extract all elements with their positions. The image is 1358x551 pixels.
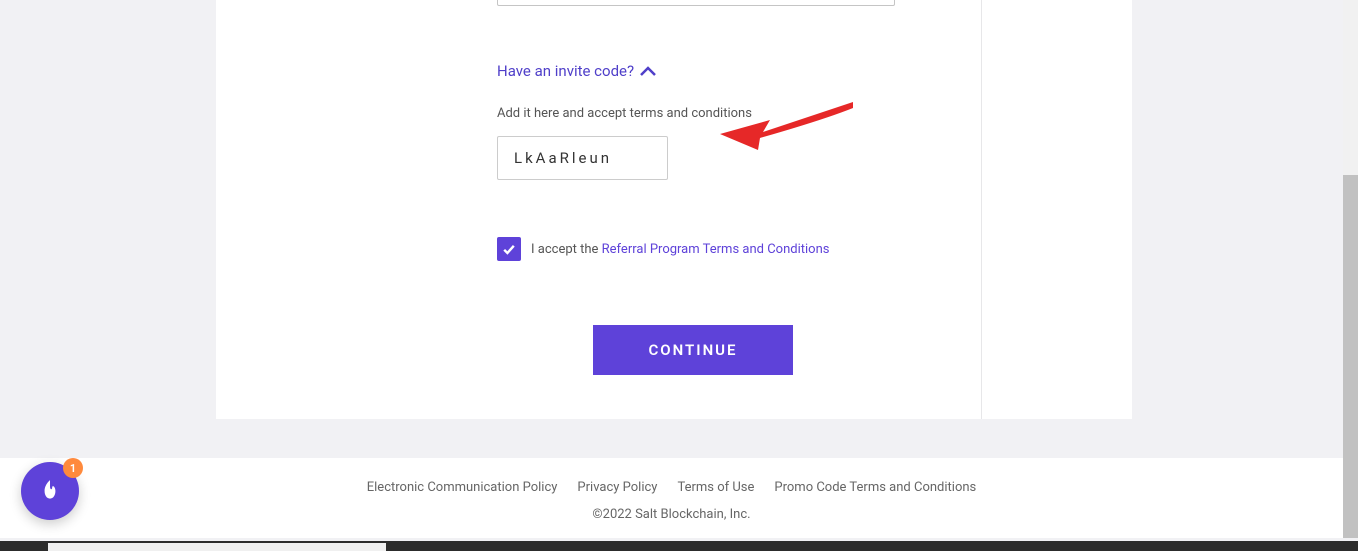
- previous-input-field[interactable]: [497, 0, 895, 6]
- continue-button[interactable]: CONTINUE: [593, 325, 793, 375]
- invite-code-toggle[interactable]: Have an invite code?: [497, 62, 656, 80]
- taskbar: [0, 541, 1358, 551]
- notification-badge: 1: [63, 458, 83, 478]
- terms-label: I accept the Referral Program Terms and …: [531, 242, 829, 257]
- footer: Electronic Communication Policy Privacy …: [0, 458, 1343, 538]
- invite-toggle-label: Have an invite code?: [497, 62, 634, 80]
- footer-link-ecp[interactable]: Electronic Communication Policy: [367, 480, 558, 495]
- flame-icon: [37, 478, 63, 504]
- footer-link-privacy[interactable]: Privacy Policy: [577, 480, 657, 495]
- floating-help-button[interactable]: 1: [21, 462, 79, 520]
- taskbar-item[interactable]: [48, 543, 386, 551]
- footer-copyright: ©2022 Salt Blockchain, Inc.: [0, 507, 1343, 522]
- terms-prefix: I accept the: [531, 242, 602, 257]
- terms-checkbox-row: I accept the Referral Program Terms and …: [497, 237, 829, 261]
- checkmark-icon: [501, 241, 517, 257]
- terms-link[interactable]: Referral Program Terms and Conditions: [602, 242, 830, 257]
- scrollbar-thumb[interactable]: [1343, 175, 1358, 538]
- terms-checkbox[interactable]: [497, 237, 521, 261]
- footer-link-promo[interactable]: Promo Code Terms and Conditions: [774, 480, 976, 495]
- chevron-up-icon: [640, 62, 656, 80]
- footer-link-terms[interactable]: Terms of Use: [677, 480, 754, 495]
- arrow-pointer-icon: [708, 94, 858, 154]
- vertical-divider: [981, 0, 982, 419]
- form-panel: Have an invite code? Add it here and acc…: [216, 0, 1132, 419]
- invite-code-input[interactable]: [497, 136, 668, 180]
- footer-links: Electronic Communication Policy Privacy …: [0, 480, 1343, 495]
